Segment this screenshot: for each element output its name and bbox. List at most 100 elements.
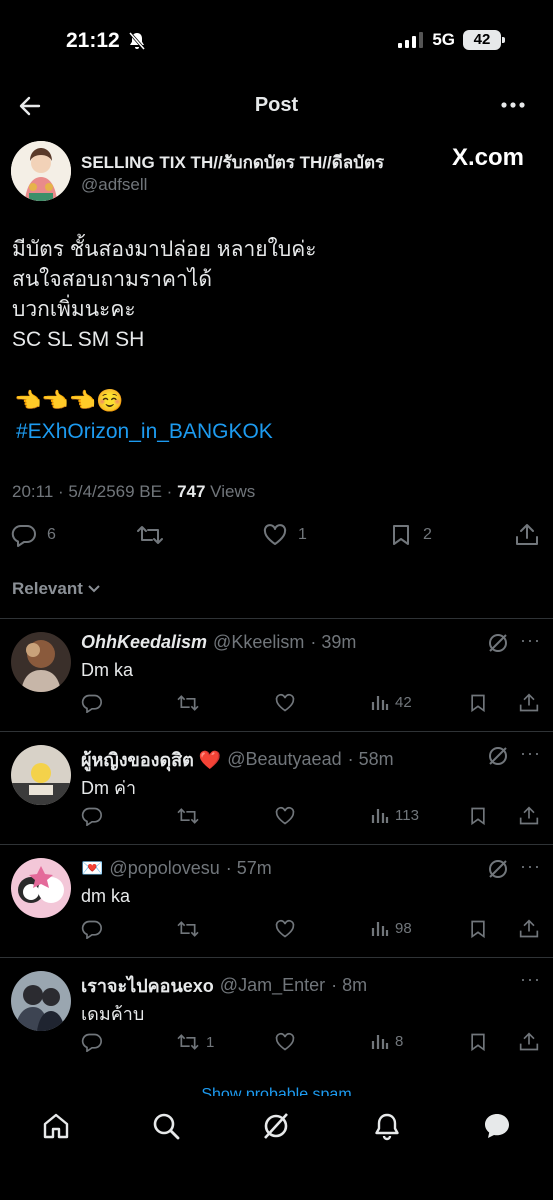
reply-button[interactable]: 6: [11, 523, 56, 547]
author-name[interactable]: SELLING TIX TH//รับกดบัตร TH//ดีลบัตร: [81, 149, 384, 176]
bookmark-button[interactable]: [468, 806, 488, 826]
like-icon: [275, 693, 295, 712]
reply-more-icon[interactable]: ···: [520, 969, 541, 990]
reply-more-icon[interactable]: ···: [520, 856, 541, 877]
like-count: 1: [298, 526, 307, 543]
retweet-button[interactable]: [176, 919, 206, 939]
reply-handle[interactable]: @Beautyaead: [227, 749, 341, 770]
views-button[interactable]: 113: [371, 806, 419, 824]
reply-avatar[interactable]: [11, 745, 71, 805]
reply-action-bar: 1 8: [0, 1032, 553, 1056]
page-title: Post: [254, 94, 299, 116]
grok-icon[interactable]: [487, 632, 509, 654]
bookmark-icon: [393, 525, 409, 545]
reply-icon: [11, 524, 36, 547]
views-icon: [371, 922, 389, 936]
reply-text: เดมค้าบ: [81, 1004, 145, 1024]
more-icon[interactable]: [501, 101, 525, 109]
grok-icon[interactable]: [487, 745, 509, 767]
views-count: 98: [395, 919, 412, 937]
post-hashtag[interactable]: #EXhOrizon_in_BANGKOK: [16, 420, 273, 444]
retweet-icon: [177, 808, 199, 824]
like-button[interactable]: [274, 693, 296, 713]
like-button[interactable]: 1: [262, 523, 307, 547]
views-button[interactable]: 8: [371, 1032, 403, 1050]
views-count: 747: [177, 482, 206, 501]
author-handle[interactable]: @adfsell: [81, 175, 147, 195]
share-icon: [519, 919, 539, 938]
reply-avatar[interactable]: [11, 971, 71, 1031]
retweet-icon: [177, 1034, 199, 1050]
share-button[interactable]: [518, 1032, 540, 1052]
reply-icon: [81, 807, 102, 826]
reply-item[interactable]: 💌 @popolovesu · 57m ··· dm ka 98: [0, 844, 553, 957]
retweet-icon: [137, 526, 163, 544]
retweet-button[interactable]: [176, 693, 206, 713]
bookmark-icon: [471, 920, 485, 939]
bookmark-button[interactable]: 2: [389, 523, 432, 547]
show-more-link[interactable]: Show probable spam: [0, 1086, 553, 1096]
sort-dropdown[interactable]: Relevant: [12, 579, 101, 599]
share-button[interactable]: [514, 523, 540, 547]
reply-button[interactable]: [81, 806, 103, 826]
reply-item[interactable]: ผู้หญิงของดุสิต ❤️ @Beautyaead · 58m ···…: [0, 731, 553, 844]
retweet-icon: [177, 695, 199, 711]
grok-icon[interactable]: [487, 858, 509, 880]
reply-author-name[interactable]: OhhKeedalism: [81, 632, 207, 653]
grok-nav-icon[interactable]: [261, 1111, 291, 1141]
messages-icon[interactable]: [482, 1111, 512, 1141]
reply-author-name[interactable]: 💌: [81, 858, 103, 879]
views-label[interactable]: Views: [205, 482, 255, 501]
retweet-button[interactable]: [136, 523, 164, 547]
retweet-button[interactable]: [176, 806, 206, 826]
reply-item[interactable]: OhhKeedalism @Kkeelism · 39m ··· Dm ka 4…: [0, 618, 553, 731]
bookmark-button[interactable]: [468, 693, 488, 713]
reply-avatar[interactable]: [11, 858, 71, 918]
reply-handle[interactable]: @Kkeelism: [213, 632, 304, 653]
search-icon[interactable]: [151, 1111, 181, 1141]
reply-more-icon[interactable]: ···: [520, 743, 541, 764]
share-button[interactable]: [518, 806, 540, 826]
share-button[interactable]: [518, 693, 540, 713]
reply-icon: [81, 694, 102, 713]
bookmark-count: 2: [423, 526, 432, 543]
like-icon: [263, 524, 287, 545]
share-button[interactable]: [518, 919, 540, 939]
reply-button[interactable]: [81, 919, 103, 939]
reply-button[interactable]: [81, 693, 103, 713]
author-avatar[interactable]: [11, 141, 71, 201]
bookmark-button[interactable]: [468, 919, 488, 939]
post-action-bar: 6 1 2: [0, 521, 553, 551]
reply-author-name[interactable]: ผู้หญิงของดุสิต ❤️: [81, 745, 221, 774]
status-right: 5G 42: [398, 30, 505, 50]
retweet-count: 1: [206, 1033, 215, 1051]
notifications-icon[interactable]: [372, 1111, 402, 1141]
like-button[interactable]: [274, 919, 296, 939]
like-button[interactable]: [274, 806, 296, 826]
reply-item[interactable]: เราจะไปคอนexo @Jam_Enter · 8m ··· เดมค้า…: [0, 957, 553, 1070]
reply-time: · 39m: [310, 632, 357, 652]
share-icon: [516, 524, 538, 545]
like-button[interactable]: [274, 1032, 296, 1052]
reply-handle[interactable]: @popolovesu: [109, 858, 219, 879]
home-icon[interactable]: [41, 1111, 71, 1141]
views-button[interactable]: 98: [371, 919, 412, 937]
post-emojis: 👈👈👈☺️: [14, 388, 124, 413]
mute-bell-icon: [127, 31, 147, 51]
retweet-icon: [177, 921, 199, 937]
reply-button[interactable]: [81, 1032, 103, 1052]
reply-text: Dm ค่า: [81, 778, 137, 798]
reply-handle[interactable]: @Jam_Enter: [220, 975, 325, 996]
bottom-nav: [0, 1086, 553, 1200]
retweet-button[interactable]: 1: [176, 1032, 214, 1052]
views-button[interactable]: 42: [371, 693, 412, 711]
views-icon: [371, 696, 389, 710]
bookmark-button[interactable]: [468, 1032, 488, 1052]
post-text: มีบัตร ชั้นสองมาปล่อย หลายใบค่ะ สนใจสอบถ…: [12, 238, 317, 351]
reply-author-name[interactable]: เราจะไปคอนexo: [81, 971, 214, 1000]
reply-more-icon[interactable]: ···: [520, 630, 541, 651]
reply-icon: [81, 920, 102, 939]
reply-time: · 58m: [347, 749, 394, 769]
reply-action-bar: 98: [0, 919, 553, 943]
reply-avatar[interactable]: [11, 632, 71, 692]
